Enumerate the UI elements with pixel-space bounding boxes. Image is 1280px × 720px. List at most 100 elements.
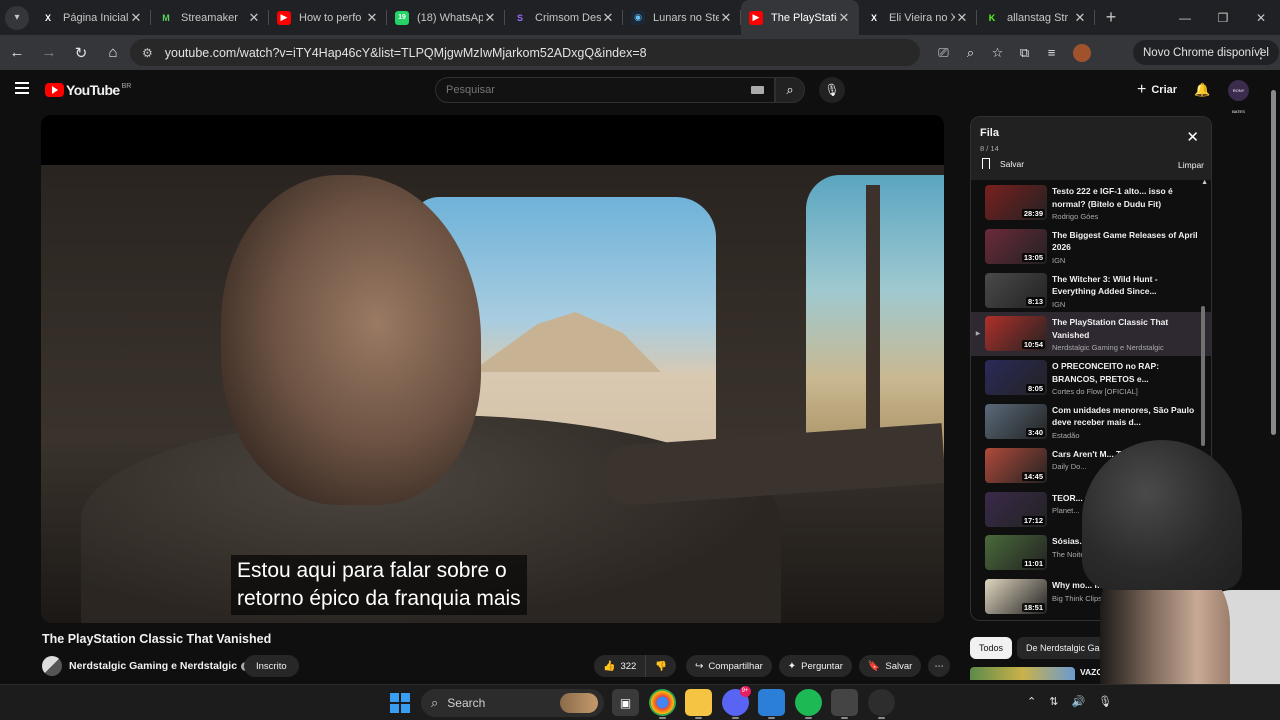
queue-item[interactable]: ▶ 10:54 The PlayStation Classic That Vanis… <box>971 312 1211 357</box>
channel-avatar[interactable] <box>42 656 62 676</box>
browser-tab[interactable]: 19 (18) WhatsAp ✕ <box>387 0 505 35</box>
search-button[interactable]: ⌕ <box>775 77 805 103</box>
queue-item-thumbnail[interactable]: 14:45 <box>985 447 1047 483</box>
queue-item-title[interactable]: The Witcher 3: Wild Hunt - Everything Ad… <box>1052 273 1202 298</box>
back-icon[interactable]: ← <box>2 38 32 68</box>
queue-scroll-thumb[interactable] <box>1201 306 1205 446</box>
queue-item-thumbnail[interactable]: 3:40 <box>985 403 1047 439</box>
queue-item-thumbnail[interactable]: 17:12 <box>985 491 1047 527</box>
new-tab-icon[interactable]: + <box>1099 7 1123 28</box>
queue-item[interactable]: 13:05 The Biggest Game Releases of April … <box>971 225 1211 269</box>
queue-item[interactable]: 28:39 Testo 222 e IGF-1 alto... isso é no… <box>971 181 1211 225</box>
keyboard-icon[interactable] <box>751 86 764 94</box>
notifications-bell-icon[interactable]: 🔔 <box>1194 82 1210 98</box>
save-button[interactable]: 🔖 Salvar <box>858 655 922 677</box>
tray-expand-icon[interactable]: ⌃ <box>1027 695 1036 708</box>
queue-item-title[interactable]: The Biggest Game Releases of April 2026 <box>1052 229 1202 254</box>
profile-avatar[interactable] <box>1073 43 1091 62</box>
close-tab-icon[interactable]: ✕ <box>1073 10 1087 26</box>
more-actions-icon[interactable]: ⋯ <box>928 655 951 677</box>
queue-item-title[interactable]: The PlayStation Classic That Vanished <box>1052 316 1202 341</box>
queue-item-thumbnail[interactable]: 13:05 <box>985 228 1047 264</box>
volume-icon[interactable]: 🔊 <box>1071 695 1085 708</box>
close-window-icon[interactable]: ✕ <box>1242 0 1280 35</box>
install-app-icon[interactable]: ⎚ <box>930 45 957 61</box>
close-tab-icon[interactable]: ✕ <box>365 10 379 26</box>
bookmark-star-icon[interactable]: ☆ <box>984 45 1011 61</box>
page-scroll-thumb[interactable] <box>1271 90 1276 435</box>
queue-item[interactable]: 3:40 Com unidades menores, São Paulo deve… <box>971 400 1211 444</box>
browser-tab[interactable]: M Streamaker ✕ <box>151 0 269 35</box>
video-player[interactable]: Estou aqui para falar sobre o retorno ép… <box>41 115 944 623</box>
queue-item-thumbnail[interactable]: 8:05 <box>985 360 1047 396</box>
reload-icon[interactable]: ↻ <box>66 38 96 68</box>
like-button[interactable]: 👍 322 <box>594 655 647 677</box>
close-tab-icon[interactable]: ✕ <box>483 10 497 26</box>
close-tab-icon[interactable]: ✕ <box>601 10 615 26</box>
tab-search-icon[interactable]: ▾ <box>5 5 29 30</box>
minimize-icon[interactable]: — <box>1166 0 1204 35</box>
paint-icon[interactable] <box>758 689 785 719</box>
queue-item-thumbnail[interactable]: 8:13 <box>985 272 1047 308</box>
chrome-icon[interactable] <box>648 689 676 719</box>
share-button[interactable]: ↪ Compartilhar <box>686 655 772 677</box>
channel-name[interactable]: Nerdstalgic Gaming e Nerdstalgic <box>69 660 237 672</box>
windows-start-icon[interactable] <box>390 693 410 713</box>
restore-icon[interactable]: ❐ <box>1204 0 1242 35</box>
taskbar-search[interactable]: ⌕ Search <box>421 689 604 717</box>
close-tab-icon[interactable]: ✕ <box>129 10 143 26</box>
close-tab-icon[interactable]: ✕ <box>247 10 261 26</box>
youtube-logo[interactable]: YouTube BR <box>45 82 131 98</box>
browser-tab[interactable]: ▶ The PlayStatio ✕ <box>741 0 859 35</box>
network-icon[interactable]: ⇅ <box>1049 695 1058 708</box>
queue-item[interactable]: 8:05 O PRECONCEITO no RAP: BRANCOS, PRETO… <box>971 356 1211 400</box>
home-icon[interactable]: ⌂ <box>98 38 128 68</box>
queue-save-button[interactable]: Salvar <box>982 158 1024 169</box>
task-view-icon[interactable]: ▣ <box>612 689 639 716</box>
forward-icon[interactable]: → <box>34 38 64 68</box>
queue-item-thumbnail[interactable]: 18:51 <box>985 579 1047 615</box>
queue-item-title[interactable]: O PRECONCEITO no RAP: BRANCOS, PRETOS e.… <box>1052 360 1202 385</box>
filter-chip[interactable]: Todos <box>970 637 1013 659</box>
close-queue-icon[interactable]: ✕ <box>1186 128 1199 146</box>
scroll-up-icon[interactable]: ▲ <box>1201 179 1208 186</box>
site-info-icon[interactable]: ⚙ <box>142 46 153 60</box>
discord-icon[interactable]: 9+ <box>721 686 751 719</box>
spotify-icon[interactable] <box>794 689 822 719</box>
subscribed-button[interactable]: Inscrito <box>244 655 299 677</box>
close-tab-icon[interactable]: ✕ <box>955 10 969 26</box>
microphone-icon[interactable]: 🎙 <box>1098 695 1112 708</box>
close-tab-icon[interactable]: ✕ <box>837 10 851 26</box>
queue-clear-button[interactable]: Limpar <box>1178 160 1204 170</box>
recommendation-thumbnail[interactable] <box>970 667 1075 680</box>
browser-tab[interactable]: S Crimsom Des ✕ <box>505 0 623 35</box>
queue-item-thumbnail[interactable]: 28:39 <box>985 185 1047 220</box>
page-scrollbar[interactable] <box>1269 90 1277 440</box>
queue-item-thumbnail[interactable]: 11:01 <box>985 535 1047 571</box>
chrome-menu-icon[interactable]: ⋮ <box>1254 45 1268 62</box>
browser-tab[interactable]: Kallanstag Str ✕ <box>977 0 1095 35</box>
search-box[interactable] <box>435 77 775 103</box>
media-controls-icon[interactable]: ≡ <box>1038 45 1065 60</box>
queue-item-title[interactable]: Testo 222 e IGF-1 alto... isso é normal?… <box>1052 185 1202 210</box>
search-input[interactable] <box>446 84 736 96</box>
dislike-button[interactable]: 👎 <box>646 655 677 677</box>
create-button[interactable]: + Criar <box>1137 80 1177 100</box>
browser-tab[interactable]: X Eli Vieira no X ✕ <box>859 0 977 35</box>
ask-button[interactable]: ✦ Perguntar <box>778 655 852 677</box>
snipping-tool-icon[interactable] <box>831 689 858 719</box>
menu-icon[interactable] <box>15 82 29 94</box>
queue-item-title[interactable]: Com unidades menores, São Paulo deve rec… <box>1052 404 1202 429</box>
address-bar[interactable]: ⚙ youtube.com/watch?v=iTY4Hap46cY&list=T… <box>130 39 920 66</box>
close-tab-icon[interactable]: ✕ <box>719 10 733 26</box>
browser-tab[interactable]: ◉ Lunars no Ste ✕ <box>623 0 741 35</box>
video-owner[interactable]: Nerdstalgic Gaming e Nerdstalgic ✓ <box>42 655 251 677</box>
extensions-icon[interactable]: ⧉ <box>1011 45 1038 61</box>
browser-tab[interactable]: ▶ How to perfo ✕ <box>269 0 387 35</box>
voice-search-button[interactable]: 🎙 <box>819 77 845 103</box>
queue-item[interactable]: 8:13 The Witcher 3: Wild Hunt - Everythin… <box>971 269 1211 313</box>
obs-icon[interactable] <box>867 689 895 719</box>
zoom-icon[interactable]: ⌕ <box>957 45 984 61</box>
account-avatar[interactable]: RONY BATES <box>1228 80 1249 114</box>
browser-tab[interactable]: X Página Inicial ✕ <box>33 0 151 35</box>
